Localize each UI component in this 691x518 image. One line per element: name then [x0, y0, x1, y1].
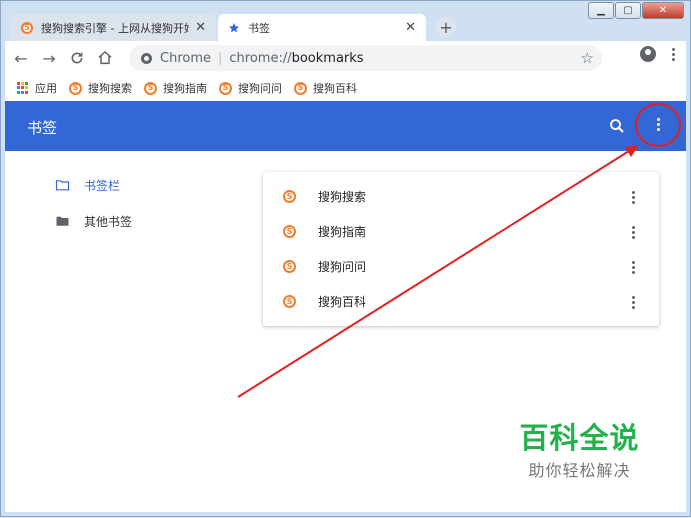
toolbar-right: [640, 46, 678, 62]
folder-label: 其他书签: [84, 214, 133, 229]
bookmark-row[interactable]: S 搜狗搜索: [263, 179, 659, 214]
address-bar[interactable]: Chrome | chrome://bookmarks ☆: [129, 45, 602, 71]
watermark-subtitle: 助你轻松解决: [528, 461, 631, 480]
bookmark-row[interactable]: S 搜狗指南: [263, 214, 659, 249]
tab-title: 搜狗搜索引擎 - 上网从搜狗开始: [41, 21, 190, 35]
home-icon: [98, 51, 112, 65]
new-tab-button[interactable]: +: [436, 17, 456, 37]
bookmark-bar-label: 搜狗百科: [313, 82, 357, 95]
tab-title: 书签: [248, 21, 270, 35]
star-icon: [229, 22, 239, 32]
search-icon[interactable]: [608, 117, 626, 135]
bookmark-bar-label: 应用: [35, 82, 57, 95]
bookmark-title: 搜狗问问: [318, 260, 367, 274]
chrome-site-icon: [141, 52, 152, 64]
url-separator: |: [218, 50, 223, 66]
back-button[interactable]: ←: [9, 46, 33, 70]
bookmark-bar-label: 搜狗问问: [238, 82, 282, 95]
sogou-icon: S: [283, 260, 296, 273]
sogou-icon: S: [283, 190, 296, 203]
row-more-icon[interactable]: [632, 261, 635, 274]
bookmark-row[interactable]: S 搜狗百科: [263, 284, 659, 319]
url-scheme: chrome://: [229, 50, 292, 66]
watermark: 百科全说 助你轻松解决: [493, 409, 666, 493]
window-controls: ▁ ▢ ✕: [588, 2, 684, 19]
sogou-icon: S: [69, 81, 82, 95]
sogou-icon: S: [219, 81, 232, 95]
minimize-button[interactable]: ▁: [588, 2, 614, 19]
profile-icon[interactable]: [640, 46, 656, 62]
folder-open-icon: [55, 180, 70, 191]
bookmarks-bar: 应用 S 搜狗搜索 S 搜狗指南 S 搜狗问问 S 搜狗百科: [5, 75, 686, 101]
tab-close-icon[interactable]: ✕: [195, 20, 206, 35]
bookmark-bar-item[interactable]: S 搜狗百科: [294, 80, 357, 96]
close-window-button[interactable]: ✕: [642, 2, 684, 19]
folder-item-bookmarks-bar[interactable]: 书签栏: [55, 167, 132, 203]
site-label: Chrome: [160, 50, 211, 66]
bookmarks-header: 书签: [5, 101, 686, 151]
bookmark-bar-item-apps[interactable]: 应用: [17, 80, 57, 96]
sogou-icon: S: [144, 81, 157, 95]
tab-sogou[interactable]: S 搜狗搜索引擎 - 上网从搜狗开始 ✕: [11, 14, 216, 41]
bookmark-star-icon[interactable]: ☆: [581, 49, 594, 67]
sogou-icon: S: [294, 81, 307, 95]
tab-bookmarks[interactable]: 书签 ✕: [218, 14, 426, 41]
forward-button[interactable]: →: [37, 46, 61, 70]
row-more-icon[interactable]: [632, 226, 635, 239]
reload-icon: [71, 52, 83, 64]
url-host: bookmarks: [291, 50, 364, 66]
browser-window: ▁ ▢ ✕ S 搜狗搜索引擎 - 上网从搜狗开始 ✕ 书签 ✕ + ← → Ch…: [0, 0, 691, 517]
tab-strip: S 搜狗搜索引擎 - 上网从搜狗开始 ✕ 书签 ✕ +: [11, 13, 456, 41]
annotation-circle: [635, 103, 681, 147]
folder-icon: [56, 216, 69, 226]
bookmark-bar-item[interactable]: S 搜狗搜索: [69, 80, 132, 96]
bookmark-title: 搜狗搜索: [318, 190, 367, 204]
row-more-icon[interactable]: [632, 191, 635, 204]
maximize-button[interactable]: ▢: [615, 2, 641, 19]
bookmark-bar-item[interactable]: S 搜狗指南: [144, 80, 207, 96]
reload-button[interactable]: [65, 46, 89, 70]
sogou-icon: S: [21, 21, 33, 34]
bookmark-bar-item[interactable]: S 搜狗问问: [219, 80, 282, 96]
folder-label: 书签栏: [84, 178, 121, 193]
bookmark-bar-label: 搜狗指南: [163, 82, 207, 95]
bookmark-title: 搜狗指南: [318, 225, 367, 239]
home-button[interactable]: [93, 46, 117, 70]
bookmark-title: 搜狗百科: [318, 295, 367, 309]
row-more-icon[interactable]: [632, 296, 635, 309]
bookmark-bar-label: 搜狗搜索: [88, 82, 132, 95]
folder-item-other-bookmarks[interactable]: 其他书签: [55, 203, 132, 239]
sogou-icon: S: [283, 225, 296, 238]
bookmark-list: S 搜狗搜索 S 搜狗指南 S 搜狗问问 S 搜狗百科: [263, 172, 659, 326]
toolbar: ← → Chrome | chrome://bookmarks ☆: [5, 41, 686, 75]
bookmark-row[interactable]: S 搜狗问问: [263, 249, 659, 284]
sogou-icon: S: [283, 295, 296, 308]
watermark-title: 百科全说: [519, 421, 640, 455]
folder-tree: 书签栏 其他书签: [55, 167, 132, 239]
apps-grid-icon: [17, 82, 29, 94]
tab-close-icon[interactable]: ✕: [405, 20, 416, 35]
page-title: 书签: [27, 119, 58, 137]
chrome-menu-icon[interactable]: [668, 47, 678, 61]
